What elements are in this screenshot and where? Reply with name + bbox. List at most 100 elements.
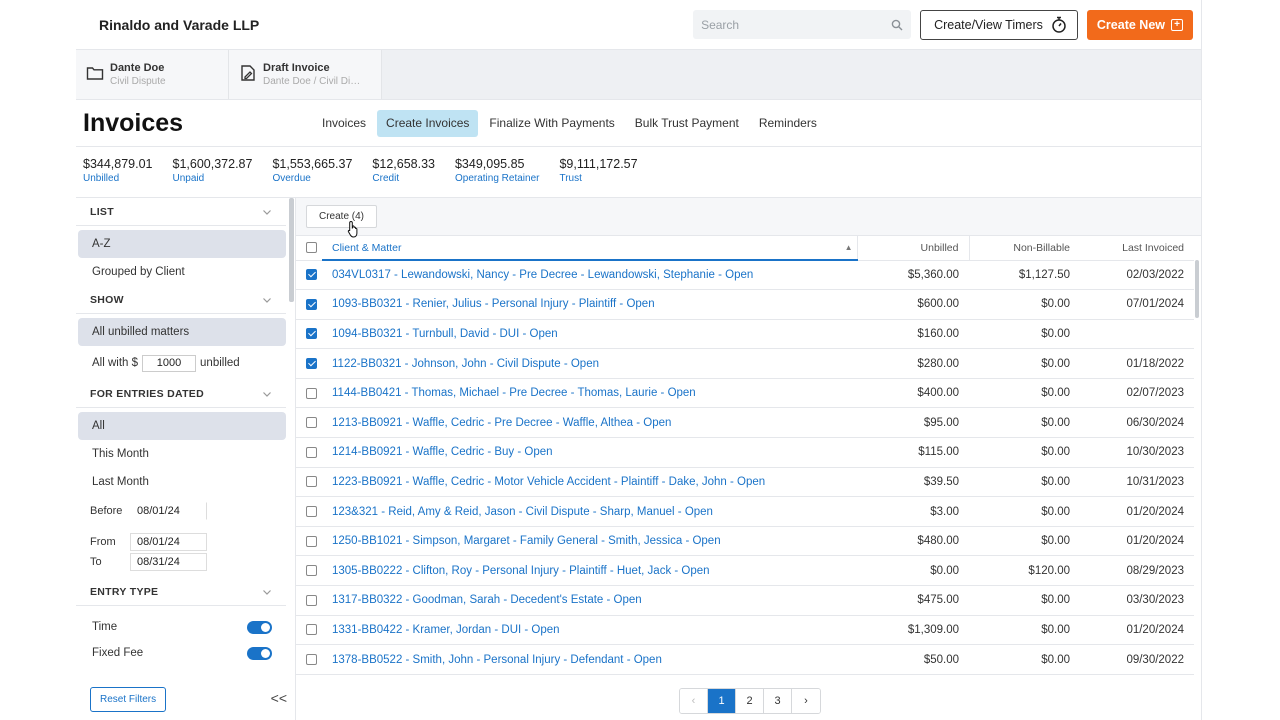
before-label[interactable]: Before xyxy=(90,505,130,517)
row-select-cell xyxy=(296,526,322,557)
tab-create-invoices[interactable]: Create Invoices xyxy=(377,109,479,137)
table-scrollbar[interactable] xyxy=(1195,260,1199,318)
row-checkbox[interactable] xyxy=(305,565,317,577)
prev-page-button[interactable]: ‹ xyxy=(680,689,708,713)
matter-link[interactable]: 034VL0317 - Lewandowski, Nancy - Pre Dec… xyxy=(322,260,857,291)
row-checkbox[interactable] xyxy=(305,298,317,310)
from-date-input[interactable] xyxy=(130,533,207,551)
matter-link[interactable]: 1214-BB0921 - Waffle, Cedric - Buy - Ope… xyxy=(322,437,857,468)
row-checkbox[interactable] xyxy=(305,506,317,518)
plus-icon: + xyxy=(1171,18,1183,31)
matter-link[interactable]: 1250-BB1021 - Simpson, Margaret - Family… xyxy=(322,526,857,557)
table-row[interactable]: 1378-BB0522 - Smith, John - Personal Inj… xyxy=(296,644,1194,675)
page-1-button[interactable]: 1 xyxy=(708,689,736,713)
entry-type-section-header[interactable]: ENTRY TYPE xyxy=(76,578,286,606)
row-checkbox[interactable] xyxy=(305,653,317,665)
next-page-button[interactable]: › xyxy=(792,689,820,713)
matter-link[interactable]: 1317-BB0322 - Goodman, Sarah - Decedent'… xyxy=(322,585,857,616)
list-section-title: LIST xyxy=(90,205,114,218)
matter-link[interactable]: 1331-BB0422 - Kramer, Jordan - DUI - Ope… xyxy=(322,615,857,646)
show-option-threshold[interactable]: All with $ unbilled xyxy=(78,346,286,380)
tab-bulk-trust-payment[interactable]: Bulk Trust Payment xyxy=(626,110,748,137)
table-row[interactable]: 123&321 - Reid, Amy & Reid, Jason - Civi… xyxy=(296,496,1194,527)
dated-option-this-month[interactable]: This Month xyxy=(78,440,286,468)
matter-link[interactable]: 1223-BB0921 - Waffle, Cedric - Motor Veh… xyxy=(322,467,857,498)
list-section-header[interactable]: LIST xyxy=(76,198,286,226)
table-row[interactable]: 1305-BB0222 - Clifton, Roy - Personal In… xyxy=(296,555,1194,587)
dated-option-last-month[interactable]: Last Month xyxy=(78,468,286,496)
tab-reminders[interactable]: Reminders xyxy=(750,110,826,137)
time-toggle[interactable] xyxy=(247,620,272,634)
matter-link[interactable]: 1144-BB0421 - Thomas, Michael - Pre Decr… xyxy=(322,378,857,409)
stat-label[interactable]: Credit xyxy=(372,173,435,184)
matter-link[interactable]: 1122-BB0321 - Johnson, John - Civil Disp… xyxy=(322,348,857,379)
table-row[interactable]: 1144-BB0421 - Thomas, Michael - Pre Decr… xyxy=(296,378,1194,409)
sidebar-scrollbar[interactable] xyxy=(289,198,294,302)
search-input[interactable] xyxy=(701,17,892,32)
row-checkbox[interactable] xyxy=(305,417,317,429)
select-all-checkbox[interactable] xyxy=(305,242,317,254)
tab-invoices[interactable]: Invoices xyxy=(313,110,375,137)
show-option-all-unbilled[interactable]: All unbilled matters xyxy=(78,318,286,346)
tab-finalize-with-payments[interactable]: Finalize With Payments xyxy=(480,110,623,137)
row-checkbox[interactable] xyxy=(305,387,317,399)
last-invoiced-date: 06/30/2024 xyxy=(1080,407,1194,439)
column-header-client-matter[interactable]: Client & Matter ▲ xyxy=(322,236,857,261)
row-checkbox[interactable] xyxy=(305,328,317,340)
recent-item-matter[interactable]: Dante Doe Civil Dispute xyxy=(76,50,229,99)
page-3-button[interactable]: 3 xyxy=(764,689,792,713)
dated-option-all[interactable]: All xyxy=(78,412,286,440)
create-view-timers-button[interactable]: Create/View Timers xyxy=(920,9,1078,40)
column-header-non-billable[interactable]: Non-Billable xyxy=(968,236,1080,261)
matter-link[interactable]: 1094-BB0321 - Turnbull, David - DUI - Op… xyxy=(322,319,857,350)
matter-link[interactable]: 1305-BB0222 - Clifton, Roy - Personal In… xyxy=(322,555,857,587)
matters-content: Create (4) Client & Matter ▲ Unbilled Non… xyxy=(296,198,1201,720)
row-checkbox[interactable] xyxy=(305,269,317,281)
table-row[interactable]: 1250-BB1021 - Simpson, Margaret - Family… xyxy=(296,526,1194,557)
table-row[interactable]: 1223-BB0921 - Waffle, Cedric - Motor Veh… xyxy=(296,467,1194,498)
to-date-input[interactable] xyxy=(130,553,207,571)
table-row[interactable]: 034VL0317 - Lewandowski, Nancy - Pre Dec… xyxy=(296,260,1194,291)
recent-item-draft-invoice[interactable]: Draft Invoice Dante Doe / Civil Dis... xyxy=(229,50,382,99)
fixed-fee-toggle[interactable] xyxy=(247,646,272,660)
reset-filters-button[interactable]: Reset Filters xyxy=(90,687,167,712)
table-row[interactable]: 1093-BB0321 - Renier, Julius - Personal … xyxy=(296,289,1194,320)
stat-label[interactable]: Trust xyxy=(559,173,637,184)
entries-dated-section-header[interactable]: FOR ENTRIES DATED xyxy=(76,380,286,408)
threshold-suffix: unbilled xyxy=(200,357,240,369)
create-invoices-button[interactable]: Create (4) xyxy=(306,205,378,228)
matter-link[interactable]: 123&321 - Reid, Amy & Reid, Jason - Civi… xyxy=(322,496,857,527)
matter-link[interactable]: 1093-BB0321 - Renier, Julius - Personal … xyxy=(322,289,857,320)
row-checkbox[interactable] xyxy=(305,476,317,488)
from-label[interactable]: From xyxy=(90,536,130,548)
column-header-unbilled[interactable]: Unbilled xyxy=(856,236,969,261)
matter-link[interactable]: 1213-BB0921 - Waffle, Cedric - Pre Decre… xyxy=(322,407,857,439)
table-row[interactable]: 1122-BB0321 - Johnson, John - Civil Disp… xyxy=(296,348,1194,379)
stat-label[interactable]: Operating Retainer xyxy=(455,173,540,184)
table-row[interactable]: 1214-BB0921 - Waffle, Cedric - Buy - Ope… xyxy=(296,437,1194,468)
before-date-input[interactable] xyxy=(130,502,207,520)
show-section-header[interactable]: SHOW xyxy=(76,286,286,314)
unbilled-threshold-input[interactable] xyxy=(142,354,197,372)
table-row[interactable]: 1331-BB0422 - Kramer, Jordan - DUI - Ope… xyxy=(296,615,1194,646)
page-2-button[interactable]: 2 xyxy=(736,689,764,713)
row-checkbox[interactable] xyxy=(305,624,317,636)
list-option-grouped-by-client[interactable]: Grouped by Client xyxy=(78,258,286,286)
column-header-last-invoiced[interactable]: Last Invoiced xyxy=(1080,236,1194,261)
stat-label[interactable]: Unpaid xyxy=(173,173,253,184)
row-checkbox[interactable] xyxy=(305,358,317,370)
list-option-a-z[interactable]: A-Z xyxy=(78,230,286,258)
stat-label[interactable]: Overdue xyxy=(272,173,352,184)
last-invoiced-date xyxy=(1080,319,1194,350)
table-row[interactable]: 1094-BB0321 - Turnbull, David - DUI - Op… xyxy=(296,319,1194,350)
stat-label[interactable]: Unbilled xyxy=(83,173,153,184)
search-box[interactable] xyxy=(693,10,912,39)
collapse-sidebar-button[interactable]: << xyxy=(271,690,287,706)
create-new-button[interactable]: Create New + xyxy=(1086,9,1193,40)
row-checkbox[interactable] xyxy=(305,594,317,606)
matter-link[interactable]: 1378-BB0522 - Smith, John - Personal Inj… xyxy=(322,644,857,675)
row-checkbox[interactable] xyxy=(305,446,317,458)
row-checkbox[interactable] xyxy=(305,535,317,547)
table-row[interactable]: 1213-BB0921 - Waffle, Cedric - Pre Decre… xyxy=(296,407,1194,439)
table-row[interactable]: 1317-BB0322 - Goodman, Sarah - Decedent'… xyxy=(296,585,1194,616)
